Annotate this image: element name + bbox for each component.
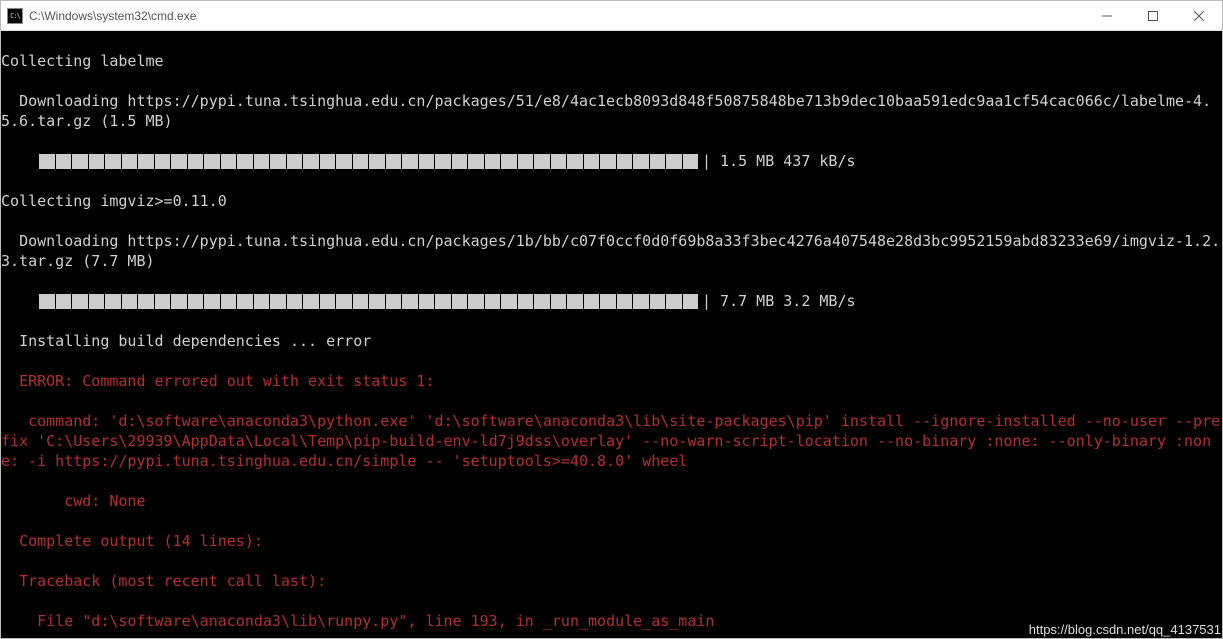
progress-bar-row: | 7.7 MB 3.2 MB/s <box>1 291 1222 311</box>
terminal-output[interactable]: Collecting labelme Downloading https://p… <box>1 31 1222 638</box>
output-line: Collecting labelme <box>1 51 1222 71</box>
output-line: Downloading https://pypi.tuna.tsinghua.e… <box>1 91 1222 131</box>
maximize-button[interactable] <box>1130 1 1176 30</box>
error-line: command: 'd:\software\anaconda3\python.e… <box>1 411 1222 471</box>
close-button[interactable] <box>1176 1 1222 30</box>
window-controls <box>1084 1 1222 30</box>
output-line: Collecting imgviz>=0.11.0 <box>1 191 1222 211</box>
error-line: Complete output (14 lines): <box>1 531 1222 551</box>
cmd-window: C:\ C:\Windows\system32\cmd.exe Collecti… <box>0 0 1223 639</box>
close-icon <box>1194 11 1204 21</box>
progress-bar <box>39 294 698 309</box>
error-line: ERROR: Command errored out with exit sta… <box>1 371 1222 391</box>
maximize-icon <box>1148 11 1158 21</box>
app-icon: C:\ <box>7 8 23 24</box>
output-line: Installing build dependencies ... error <box>1 331 1222 351</box>
error-line: cwd: None <box>1 491 1222 511</box>
error-line: Traceback (most recent call last): <box>1 571 1222 591</box>
output-line: Downloading https://pypi.tuna.tsinghua.e… <box>1 231 1222 271</box>
window-title: C:\Windows\system32\cmd.exe <box>29 9 1084 23</box>
watermark-text: https://blog.csdn.net/qq_4137531 <box>1029 622 1221 637</box>
minimize-icon <box>1102 11 1112 21</box>
titlebar[interactable]: C:\ C:\Windows\system32\cmd.exe <box>1 1 1222 31</box>
progress-bar <box>39 154 698 169</box>
progress-bar-row: | 1.5 MB 437 kB/s <box>1 151 1222 171</box>
progress-text: | 1.5 MB 437 kB/s <box>702 151 856 171</box>
minimize-button[interactable] <box>1084 1 1130 30</box>
progress-text: | 7.7 MB 3.2 MB/s <box>702 291 856 311</box>
